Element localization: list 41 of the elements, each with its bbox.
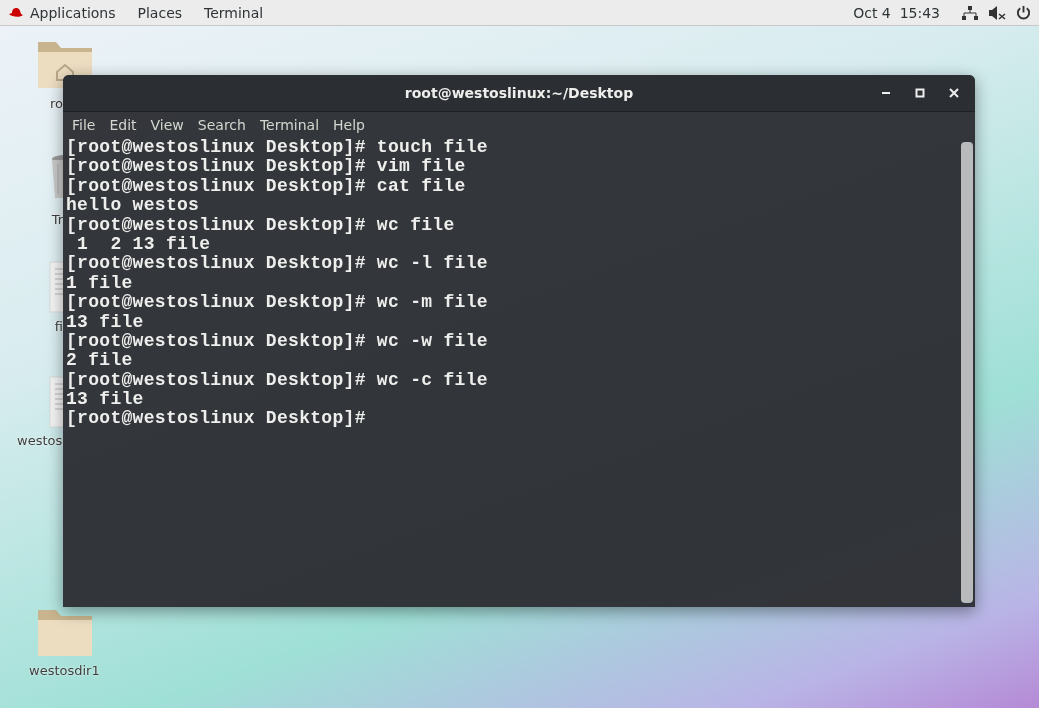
hat-icon [8, 6, 24, 19]
top-menu[interactable]: Applications [30, 4, 116, 21]
menu-item[interactable]: File [70, 117, 104, 133]
volume-muted-icon[interactable] [988, 5, 1006, 20]
top-menu[interactable]: Terminal [204, 4, 264, 21]
maximize-icon [915, 88, 925, 98]
terminal-line: [root@westoslinux Desktop]# wc -c file [66, 370, 488, 391]
menu-item[interactable]: Edit [107, 117, 145, 133]
terminal-line: hello westos [66, 196, 200, 216]
terminal-line: [root@westoslinux Desktop]# vim file [66, 157, 466, 177]
icon-label[interactable]: westos [17, 433, 63, 448]
icon-label[interactable]: Tr [51, 212, 63, 227]
document-icon [49, 261, 63, 313]
icon-label[interactable]: fi [54, 319, 63, 334]
terminal-line: [root@westoslinux Desktop]# [66, 409, 367, 429]
menu-item[interactable]: Terminal [257, 117, 328, 133]
top-menu[interactable]: Places [137, 4, 183, 21]
terminal-line: [root@westoslinux Desktop]# wc -m file [66, 293, 488, 313]
terminal-line: [root@westoslinux Desktop]# wc -w file [66, 331, 488, 352]
menu-item[interactable]: Help [331, 117, 373, 133]
terminal-line: 1 2 13 file [77, 234, 211, 255]
terminal-line: [root@westoslinux Desktop]# cat file [66, 176, 466, 197]
scrollbar-thumb[interactable] [961, 142, 973, 603]
terminal-line: 13 file [66, 390, 144, 410]
menu-item[interactable]: Search [195, 117, 254, 133]
terminal-line: [root@westoslinux Desktop]# wc -l file [66, 254, 488, 274]
close-icon [949, 88, 959, 98]
terminal-line: 13 file [66, 312, 144, 332]
icon-label[interactable]: ro [50, 96, 63, 111]
menu-item[interactable]: View [148, 117, 192, 133]
window-title: root@westoslinux:~/Desktop [404, 85, 634, 101]
clock[interactable]: Oct 4 15:43 [853, 4, 940, 21]
minimize-icon [882, 92, 890, 94]
terminal-line: 2 file [66, 351, 133, 371]
terminal-line: 1 file [66, 273, 133, 294]
power-icon[interactable] [1016, 5, 1031, 20]
icon-label[interactable]: westosdir1 [29, 663, 100, 678]
terminal-line: [root@westoslinux Desktop]# wc file [66, 215, 455, 235]
network-icon[interactable] [962, 5, 978, 20]
document-icon [49, 376, 63, 428]
terminal-line: [root@westoslinux Desktop]# touch file [66, 138, 488, 158]
